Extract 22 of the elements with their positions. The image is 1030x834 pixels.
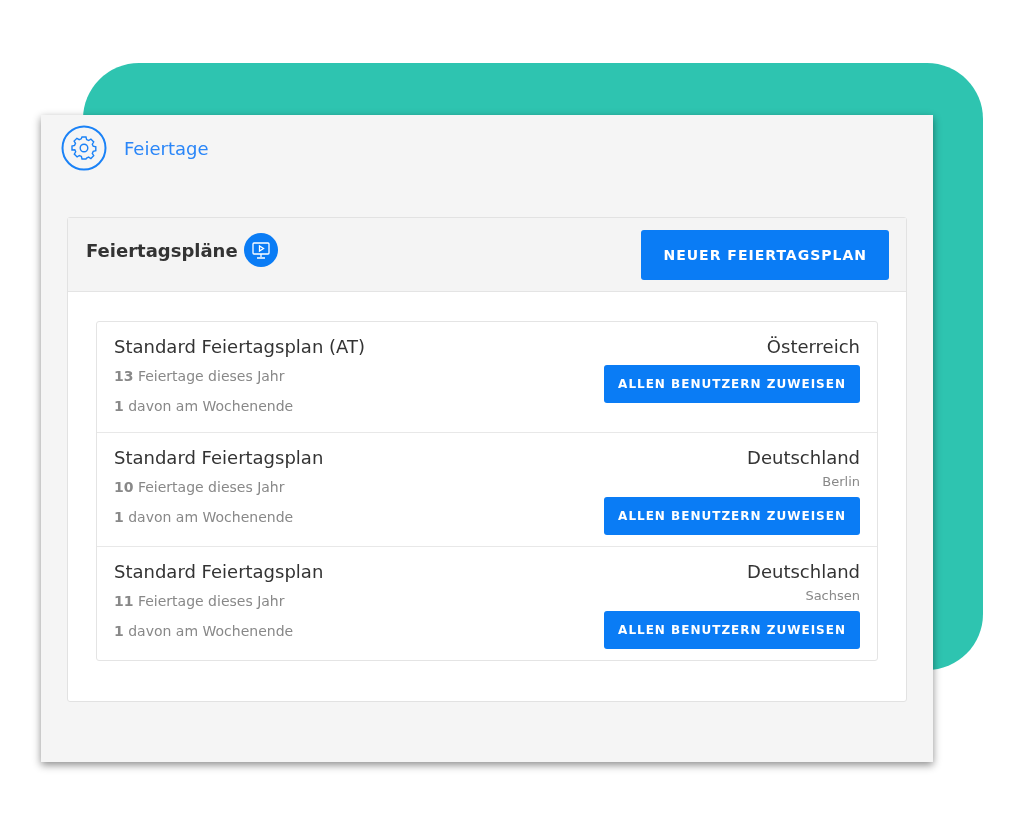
- new-plan-button[interactable]: NEUER FEIERTAGSPLAN: [641, 230, 889, 280]
- weekend-count: 1 davon am Wochenende: [114, 622, 295, 641]
- holiday-count: 13 Feiertage dieses Jahr: [114, 367, 286, 386]
- plan-country: Österreich: [766, 336, 860, 357]
- plan-name: Standard Feiertagsplan: [114, 561, 324, 582]
- plan-region: Sachsen: [805, 588, 860, 603]
- plan-country: Deutschland: [747, 561, 860, 582]
- plan-region: Berlin: [822, 474, 860, 489]
- plan-name: Standard Feiertagsplan (AT): [114, 336, 365, 357]
- assign-all-users-button[interactable]: ALLEN BENUTZERN ZUWEISEN: [604, 611, 860, 649]
- assign-all-users-button[interactable]: ALLEN BENUTZERN ZUWEISEN: [604, 365, 860, 403]
- plan-name: Standard Feiertagsplan: [114, 447, 324, 468]
- holiday-count: 10 Feiertage dieses Jahr: [114, 478, 286, 497]
- plan-country: Deutschland: [747, 447, 860, 468]
- panel-title: Feiertagspläne: [86, 239, 238, 261]
- weekend-count: 1 davon am Wochenende: [114, 508, 295, 527]
- weekend-count: 1 davon am Wochenende: [114, 397, 295, 416]
- page-title: Feiertage: [124, 137, 209, 159]
- video-tutorial-icon[interactable]: [243, 233, 278, 267]
- holiday-count: 11 Feiertage dieses Jahr: [114, 592, 286, 611]
- assign-all-users-button[interactable]: ALLEN BENUTZERN ZUWEISEN: [604, 497, 860, 535]
- settings-icon: [61, 125, 107, 171]
